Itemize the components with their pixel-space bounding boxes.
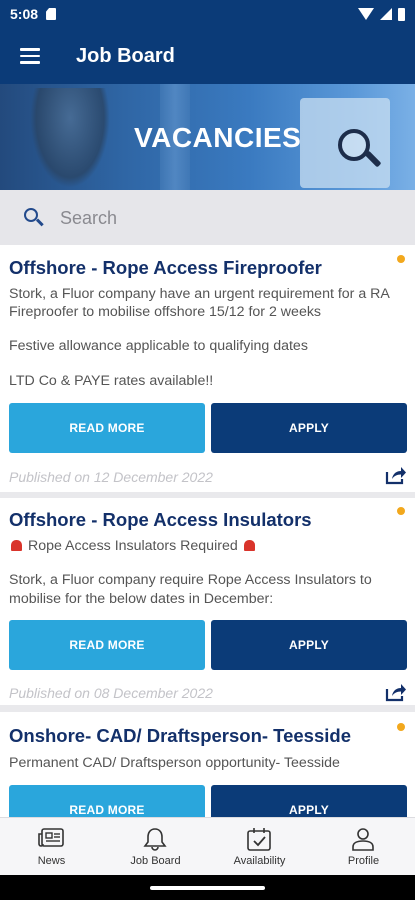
calendar-check-icon <box>247 828 271 851</box>
job-title[interactable]: Offshore - Rope Access Insulators <box>9 509 312 531</box>
job-card: Offshore - Rope Access Insulators Rope A… <box>0 498 415 705</box>
job-title[interactable]: Onshore- CAD/ Draftsperson- Teesside <box>9 725 351 747</box>
job-description-line: Stork, a Fluor company have an urgent re… <box>9 286 390 302</box>
hamburger-menu-icon[interactable] <box>0 28 60 84</box>
job-list[interactable]: Offshore - Rope Access Fireproofer Stork… <box>0 245 415 817</box>
person-icon <box>352 828 374 851</box>
bell-icon <box>143 828 167 851</box>
vacancies-banner: VACANCIES <box>0 84 415 190</box>
read-more-button[interactable]: READ MORE <box>9 785 205 817</box>
read-more-button[interactable]: READ MORE <box>9 620 205 670</box>
page-title: Job Board <box>76 44 175 67</box>
home-gesture-handle[interactable] <box>150 886 265 890</box>
job-description-line: Stork, a Fluor company require Rope Acce… <box>9 572 372 588</box>
search-input[interactable] <box>60 204 390 232</box>
job-title[interactable]: Offshore - Rope Access Fireproofer <box>9 257 322 279</box>
status-time: 5:08 <box>10 6 39 22</box>
bottom-navigation: News Job Board Availability Profile <box>0 817 415 875</box>
job-card: Offshore - Rope Access Fireproofer Stork… <box>0 245 415 492</box>
nav-label: News <box>37 855 66 867</box>
published-date: Published on 12 December 2022 <box>9 469 213 485</box>
unread-dot <box>397 255 405 263</box>
search-bar <box>0 190 415 245</box>
job-description-line: mobilise for the below dates in December… <box>9 591 274 607</box>
battery-icon <box>398 7 405 21</box>
job-description-text: Rope Access Insulators Required <box>27 538 238 554</box>
nav-item-availability[interactable]: Availability <box>208 818 311 876</box>
apply-button[interactable]: APPLY <box>211 620 407 670</box>
app-bar: Job Board <box>0 28 415 84</box>
search-icon[interactable] <box>24 208 38 222</box>
nav-label: Job Board <box>130 855 181 867</box>
apply-button[interactable]: APPLY <box>211 785 407 817</box>
nav-label: Profile <box>347 855 380 867</box>
apply-button[interactable]: APPLY <box>211 403 407 453</box>
banner-title: VACANCIES <box>134 122 302 153</box>
job-description-line: Permanent CAD/ Draftsperson opportunity-… <box>9 755 340 771</box>
job-description-line: Festive allowance applicable to qualifyi… <box>9 338 308 354</box>
siren-icon <box>243 540 255 551</box>
unread-dot <box>397 507 405 515</box>
banner-worker-image <box>30 88 110 188</box>
share-icon[interactable] <box>385 682 407 702</box>
sd-card-icon <box>46 8 57 20</box>
siren-icon <box>11 540 22 551</box>
job-description-line: Rope Access Insulators Required <box>9 537 409 556</box>
status-bar: 5:08 <box>0 0 415 28</box>
job-description-line: LTD Co & PAYE rates available!! <box>9 373 214 389</box>
job-description-line: Fireproofer to mobilise offshore 15/12 f… <box>9 304 322 320</box>
nav-item-job-board[interactable]: Job Board <box>104 818 207 876</box>
read-more-button[interactable]: READ MORE <box>9 403 205 453</box>
nav-label: Availability <box>233 855 286 867</box>
newspaper-icon <box>38 828 64 847</box>
unread-dot <box>397 723 405 731</box>
published-date: Published on 08 December 2022 <box>9 685 213 701</box>
wifi-icon <box>358 8 374 20</box>
nav-item-profile[interactable]: Profile <box>312 818 415 876</box>
system-gesture-bar <box>0 875 415 900</box>
signal-icon <box>380 8 392 20</box>
nav-item-news[interactable]: News <box>0 818 103 876</box>
job-card: Onshore- CAD/ Draftsperson- Teesside Per… <box>0 712 415 817</box>
share-icon[interactable] <box>385 465 407 485</box>
